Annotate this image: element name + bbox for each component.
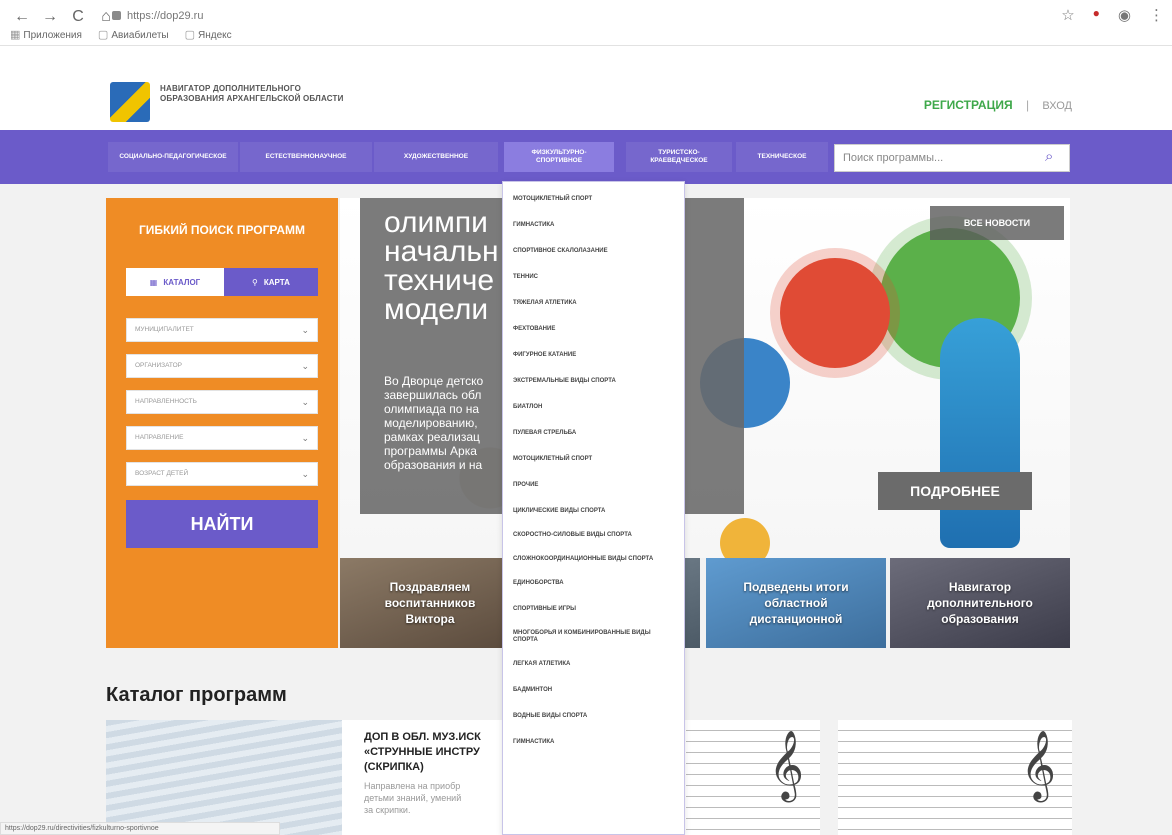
dropdown-item[interactable]: ФИГУРНОЕ КАТАНИЕ (503, 352, 684, 359)
dropdown-item[interactable]: ГИМНАСТИКА (503, 739, 684, 746)
dropdown-item[interactable]: МОТОЦИКЛЕТНЫЙ СПОРТ (503, 456, 684, 463)
auth-separator: | (1025, 98, 1030, 112)
gear-image (780, 258, 890, 368)
register-link[interactable]: РЕГИСТРАЦИЯ (924, 98, 1013, 112)
browser-actions: ☆ ● ◉ ⋮ (1061, 6, 1164, 24)
municipality-select[interactable]: МУНИЦИПАЛИТЕТ ⌄ (126, 318, 318, 342)
news-tile[interactable]: Подведены итоги областной дистанционной (706, 558, 886, 648)
dropdown-item[interactable]: ЛЕГКАЯ АТЛЕТИКА (503, 661, 684, 668)
tab-physical-sports[interactable]: ФИЗКУЛЬТУРНО-СПОРТИВНОЕ (504, 142, 614, 172)
lock-icon (112, 11, 121, 20)
apps-icon: ▦ (10, 29, 21, 41)
menu-icon[interactable]: ⋮ (1149, 6, 1164, 24)
dropdown-item[interactable]: ВОДНЫЕ ВИДЫ СПОРТА (503, 713, 684, 720)
bookmark-apps[interactable]: ▦ Приложения (10, 28, 82, 41)
filter-title: ГИБКИЙ ПОИСК ПРОГРАММ (138, 223, 306, 237)
search-icon[interactable]: ⌕ (1045, 149, 1061, 165)
dropdown-item[interactable]: ТЕННИС (503, 274, 684, 281)
dropdown-item[interactable]: БИАТЛОН (503, 404, 684, 411)
organizer-select[interactable]: ОРГАНИЗАТОР ⌄ (126, 354, 318, 378)
tab-technical[interactable]: ТЕХНИЧЕСКОЕ (736, 142, 828, 172)
dropdown-item[interactable]: ТЯЖЕЛАЯ АТЛЕТИКА (503, 300, 684, 307)
forward-icon[interactable]: → (42, 8, 58, 26)
catalog-title: Каталог программ (106, 684, 287, 706)
dropdown-item[interactable]: ПУЛЕВАЯ СТРЕЛЬБА (503, 430, 684, 437)
bookmarks-bar: ▦ Приложения ▢ Авиабилеты ▢ Яндекс (10, 28, 232, 41)
dropdown-item[interactable]: ЭКСТРЕМАЛЬНЫЕ ВИДЫ СПОРТА (503, 378, 684, 385)
dropdown-item[interactable]: МОТОЦИКЛЕТНЫЙ СПОРТ (503, 196, 684, 203)
gear-image (720, 518, 770, 558)
extension-icon[interactable]: ● (1093, 6, 1100, 24)
dropdown-item[interactable]: ПРОЧИЕ (503, 482, 684, 489)
address-bar[interactable]: https://dop29.ru (112, 6, 1152, 26)
main-nav: СОЦИАЛЬНО-ПЕДАГОГИЧЕСКОЕ ЕСТЕСТВЕННОНАУЧ… (0, 130, 1172, 184)
grid-icon: ▦ (149, 277, 158, 287)
dropdown-item[interactable]: МНОГОБОРЬЯ И КОМБИНИРОВАННЫЕ ВИДЫ СПОРТА (503, 630, 684, 644)
bookmark-avia[interactable]: ▢ Авиабилеты (98, 28, 169, 41)
tab-catalog-label: КАТАЛОГ (163, 277, 201, 287)
sports-dropdown-menu: МОТОЦИКЛЕТНЫЙ СПОРТ ГИМНАСТИКА СПОРТИВНО… (502, 181, 685, 835)
tab-natural-science[interactable]: ЕСТЕСТВЕННОНАУЧНОЕ (240, 142, 372, 172)
program-card[interactable]: 𝄞 (686, 720, 820, 835)
tab-artistic[interactable]: ХУДОЖЕСТВЕННОЕ (374, 142, 498, 172)
news-tile[interactable]: Навигатор дополнительного образования (890, 558, 1070, 648)
program-card[interactable]: 𝄞 (838, 720, 1072, 835)
treble-clef-icon: 𝄞 (1020, 731, 1056, 798)
page-icon: ▢ (97, 29, 109, 41)
program-search-input[interactable]: Поиск программы... ⌕ (834, 144, 1070, 172)
dropdown-item[interactable]: ЦИКЛИЧЕСКИЕ ВИДЫ СПОРТА (503, 508, 684, 515)
dropdown-item[interactable]: ЕДИНОБОРСТВА (503, 580, 684, 587)
auth-links: РЕГИСТРАЦИЯ | ВХОД (924, 98, 1072, 112)
news-slider[interactable]: олимпи начальн техниче модели Во Дворце … (340, 198, 1070, 558)
age-select[interactable]: ВОЗРАСТ ДЕТЕЙ ⌄ (126, 462, 318, 486)
status-bar-url: https://dop29.ru/directivities/fizkultur… (0, 822, 280, 835)
dropdown-item[interactable]: СПОРТИВНОЕ СКАЛОЛАЗАНИЕ (503, 248, 684, 255)
program-card-image (106, 720, 342, 835)
search-placeholder: Поиск программы... (843, 152, 944, 164)
browser-toolbar: ← → C ⌂ https://dop29.ru ☆ ● ◉ ⋮ ▦ Прилож… (0, 0, 1172, 46)
tab-catalog[interactable]: ▦ КАТАЛОГ (126, 268, 224, 296)
tab-tourism[interactable]: ТУРИСТСКО-КРАЕВЕДЧЕСКОЕ (626, 142, 732, 172)
dropdown-item[interactable]: СКОРОСТНО-СИЛОВЫЕ ВИДЫ СПОРТА (503, 532, 684, 539)
dropdown-item[interactable]: БАДМИНТОН (503, 687, 684, 694)
news-tile[interactable]: Поздравляем воспитанников Виктора (340, 558, 520, 648)
chevron-down-icon: ⌄ (301, 469, 309, 479)
region-logo[interactable] (110, 82, 150, 122)
chevron-down-icon: ⌄ (301, 325, 309, 335)
chevron-down-icon: ⌄ (301, 397, 309, 407)
address-bar-url: https://dop29.ru (127, 10, 204, 22)
figure-image (940, 318, 1020, 548)
tab-map-label: КАРТА (263, 277, 290, 287)
treble-clef-icon: 𝄞 (768, 731, 804, 798)
dropdown-item[interactable]: СЛОЖНОКООРДИНАЦИОННЫЕ ВИДЫ СПОРТА (503, 556, 684, 563)
tab-map[interactable]: ⚲ КАРТА (224, 268, 318, 296)
back-icon[interactable]: ← (14, 8, 30, 26)
star-icon[interactable]: ☆ (1061, 6, 1074, 24)
more-button[interactable]: ПОДРОБНЕЕ (878, 472, 1032, 510)
map-pin-icon: ⚲ (252, 277, 258, 287)
focus-select[interactable]: НАПРАВЛЕННОСТЬ ⌄ (126, 390, 318, 414)
dropdown-item[interactable]: СПОРТИВНЫЕ ИГРЫ (503, 606, 684, 613)
all-news-button[interactable]: ВСЕ НОВОСТИ (930, 206, 1064, 240)
dropdown-item[interactable]: ГИМНАСТИКА (503, 222, 684, 229)
browser-nav-buttons: ← → C ⌂ (14, 8, 114, 26)
flexible-search-panel: ГИБКИЙ ПОИСК ПРОГРАММ ▦ КАТАЛОГ ⚲ КАРТА МУ… (106, 198, 338, 648)
profile-icon[interactable]: ◉ (1118, 6, 1131, 24)
page-icon: ▢ (184, 29, 196, 41)
bookmark-yandex[interactable]: ▢ Яндекс (185, 28, 232, 41)
direction-select[interactable]: НАПРАВЛЕНИЕ ⌄ (126, 426, 318, 450)
dropdown-item[interactable]: ФЕХТОВАНИЕ (503, 326, 684, 333)
logo-text[interactable]: НАВИГАТОР ДОПОЛНИТЕЛЬНОГО ОБРАЗОВАНИЯ АР… (160, 84, 360, 104)
chevron-down-icon: ⌄ (301, 433, 309, 443)
tab-socio-pedagogical[interactable]: СОЦИАЛЬНО-ПЕДАГОГИЧЕСКОЕ (108, 142, 238, 172)
reload-icon[interactable]: C (70, 8, 86, 26)
site-header: НАВИГАТОР ДОПОЛНИТЕЛЬНОГО ОБРАЗОВАНИЯ АР… (0, 46, 1172, 130)
chevron-down-icon: ⌄ (301, 361, 309, 371)
find-button[interactable]: НАЙТИ (126, 500, 318, 548)
login-link[interactable]: ВХОД (1042, 100, 1072, 112)
